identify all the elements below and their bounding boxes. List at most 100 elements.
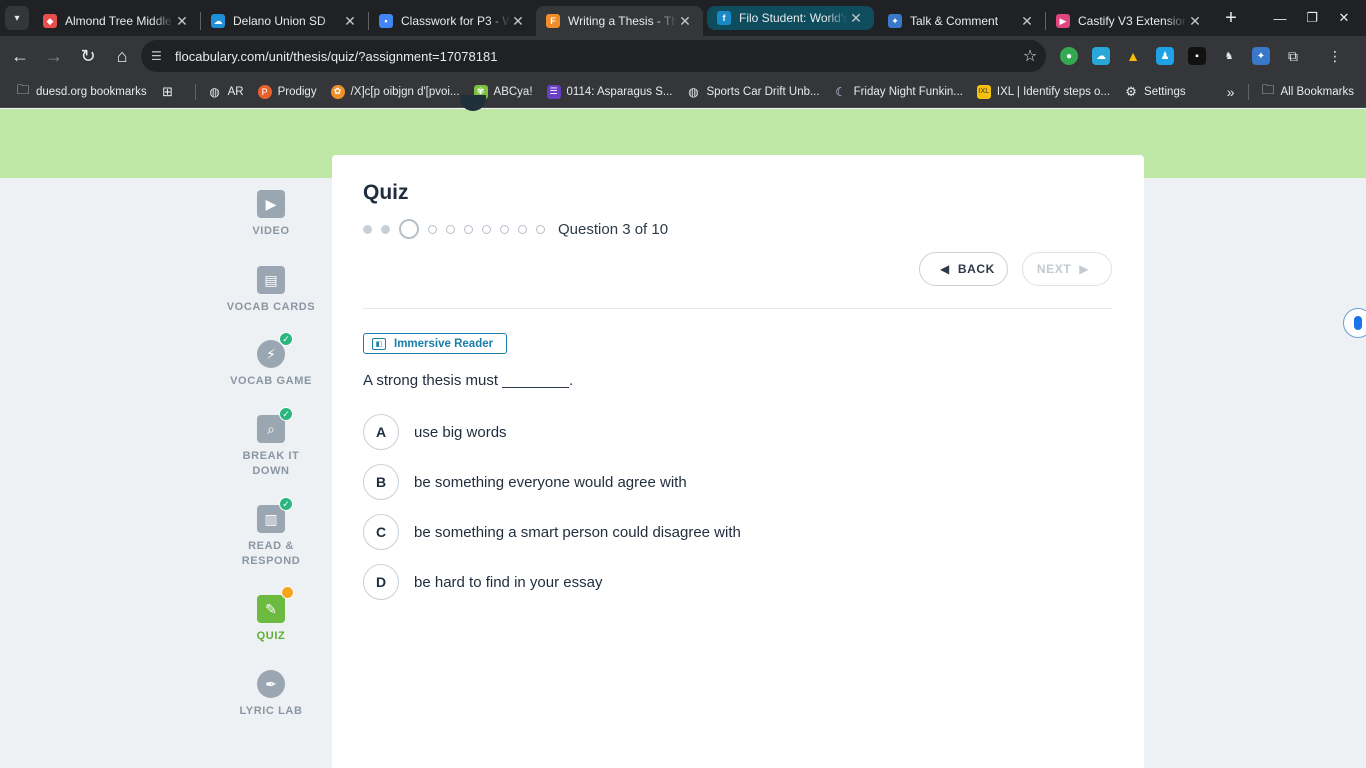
tab-search-icon[interactable]: ▾ — [5, 6, 29, 30]
progress-dot — [446, 224, 455, 234]
bookmark-fox[interactable]: ✿ /X]c[p oibjgn d'[pvoi... — [330, 84, 460, 99]
bookmark-label: 0114: Asparagus S... — [566, 85, 673, 98]
flocabulary-page: ▶ VIDEO ▤ VOCAB CARDS ⚡ ✓ VOCAB GAME ⌕ ✓… — [0, 95, 1366, 768]
tab-talk-comment[interactable]: ✦ Talk & Comment ✕ — [878, 6, 1045, 36]
classroom-favicon: ▪ — [379, 14, 393, 28]
sidebar-item-label: READ & RESPOND — [241, 540, 301, 567]
progress-dot — [464, 224, 473, 234]
fox-icon: ✿ — [330, 84, 345, 99]
progress-dot — [381, 224, 390, 234]
next-button[interactable]: NEXT ▶ — [1022, 252, 1112, 286]
extension-flag-icon[interactable]: ✦ — [1252, 47, 1270, 65]
back-arrow-icon[interactable]: ← — [4, 40, 36, 72]
kebab-menu-icon[interactable]: ⋮ — [1326, 47, 1344, 65]
tab-title: Classwork for P3 - W — [401, 14, 510, 28]
next-button-label: NEXT — [1036, 262, 1072, 276]
extension-figure-icon[interactable]: ♞ — [1220, 47, 1238, 65]
answer-option-b[interactable]: B be something everyone would agree with — [363, 464, 687, 500]
close-icon[interactable]: ✕ — [510, 13, 526, 30]
extension-green-icon[interactable]: ● — [1060, 47, 1078, 65]
sidebar-item-label: QUIZ — [256, 630, 286, 642]
bookmark-star-icon[interactable]: ☆ — [1014, 46, 1046, 66]
tab-title: Writing a Thesis - The — [568, 14, 677, 28]
bookmark-ar[interactable]: ◍ AR — [208, 85, 243, 99]
bookmark-prodigy[interactable]: P Prodigy — [257, 84, 317, 99]
tab-almond-tree[interactable]: ◆ Almond Tree Middle ✕ — [33, 6, 200, 36]
sidebar-item-label: BREAK IT DOWN — [242, 450, 300, 477]
window-close-icon[interactable]: ✕ — [1330, 10, 1358, 26]
chevron-right-icon[interactable]: » — [1227, 84, 1235, 100]
close-icon[interactable]: ✕ — [342, 13, 358, 30]
browser-toolbar: ← → ↻ ⌂ ☰ flocabulary.com/unit/thesis/qu… — [0, 36, 1366, 76]
immersive-reader-button[interactable]: ◧ Immersive Reader — [363, 333, 507, 354]
castify-favicon: ▶ — [1056, 14, 1070, 28]
sidebar-item-vocab-cards[interactable]: ▤ VOCAB CARDS — [210, 266, 332, 315]
answer-option-d[interactable]: D be hard to find in your essay — [363, 564, 602, 600]
tab-writing-thesis[interactable]: F Writing a Thesis - The ✕ — [536, 6, 703, 36]
extensions-puzzle-icon[interactable]: ⧉ — [1284, 47, 1302, 65]
bookmark-asparagus[interactable]: ☰ 0114: Asparagus S... — [546, 84, 673, 99]
extension-person-icon[interactable]: ♟ — [1156, 47, 1174, 65]
arrow-left-icon: ◀ — [940, 262, 950, 276]
divider — [363, 308, 1112, 309]
prodigy-icon: P — [257, 84, 272, 99]
bookmark-sports-car[interactable]: ◍ Sports Car Drift Unb... — [686, 85, 819, 99]
tab-delano-union[interactable]: ☁ Delano Union SD ✕ — [201, 6, 368, 36]
sidebar-item-vocab-game[interactable]: ⚡ ✓ VOCAB GAME — [210, 332, 332, 389]
home-icon[interactable]: ⌂ — [106, 40, 138, 72]
address-bar[interactable]: ☰ flocabulary.com/unit/thesis/quiz/?assi… — [141, 40, 1046, 72]
close-icon[interactable]: ✕ — [848, 10, 864, 27]
question-text: A strong thesis must ________. — [363, 372, 574, 389]
close-icon[interactable]: ✕ — [174, 13, 190, 30]
sidebar-item-lyric-lab[interactable]: ✒ LYRIC LAB — [210, 670, 332, 719]
apps-grid-button[interactable]: ⊞ — [161, 83, 181, 99]
bookmark-ixl[interactable]: IXL IXL | Identify steps o... — [976, 84, 1110, 99]
sidebar-item-read-respond[interactable]: ▥ ✓ READ & RESPOND — [210, 497, 332, 569]
option-letter: C — [363, 514, 399, 550]
all-bookmarks-link[interactable]: All Bookmarks — [1281, 86, 1355, 98]
video-icon: ▶ — [257, 190, 285, 218]
sidebar-item-video[interactable]: ▶ VIDEO — [210, 190, 332, 239]
forward-arrow-icon[interactable]: → — [38, 40, 70, 72]
answer-option-c[interactable]: C be something a smart person could disa… — [363, 514, 741, 550]
question-progress: Question 3 of 10 — [363, 218, 668, 240]
sidebar-item-break-it-down[interactable]: ⌕ ✓ BREAK IT DOWN — [210, 407, 332, 479]
check-icon: ✓ — [279, 332, 293, 346]
apps-grid-icon: ⊞ — [162, 83, 174, 99]
moon-icon: ☾ — [835, 84, 846, 99]
close-icon[interactable]: ✕ — [1187, 13, 1203, 30]
sidebar-item-quiz[interactable]: ✎ QUIZ — [210, 586, 332, 644]
bookmark-fnf[interactable]: ☾ Friday Night Funkin... — [834, 85, 963, 99]
tab-castify[interactable]: ▶ Castify V3 Extension ✕ — [1046, 6, 1213, 36]
tab-filo-student[interactable]: f Filo Student: World's ✕ — [707, 6, 874, 30]
minimize-icon[interactable]: — — [1266, 11, 1294, 26]
option-text: be hard to find in your essay — [414, 573, 603, 591]
microphone-icon[interactable] — [1343, 308, 1366, 338]
site-info-icon[interactable]: ☰ — [151, 49, 167, 63]
close-icon[interactable]: ✕ — [677, 13, 693, 30]
gear-icon: ⚙ — [1125, 83, 1137, 99]
book-icon: ▥ ✓ — [257, 497, 293, 533]
tab-classwork[interactable]: ▪ Classwork for P3 - W ✕ — [369, 6, 536, 36]
answer-option-a[interactable]: A use big words — [363, 414, 507, 450]
new-tab-plus-icon[interactable]: + — [1217, 4, 1245, 32]
bookmark-label: ABCya! — [493, 85, 533, 98]
check-icon: ✓ — [279, 407, 293, 421]
extension-dark-icon[interactable]: ▪ — [1188, 47, 1206, 65]
restore-icon[interactable]: ❐ — [1298, 10, 1326, 26]
reload-icon[interactable]: ↻ — [72, 40, 104, 72]
close-icon[interactable]: ✕ — [1019, 13, 1035, 30]
url-text[interactable]: flocabulary.com/unit/thesis/quiz/?assign… — [175, 49, 1014, 64]
progress-dot — [500, 224, 509, 234]
tab-title: Talk & Comment — [910, 14, 999, 28]
bookmark-folder[interactable]: 🗀 duesd.org bookmarks — [16, 82, 147, 99]
bookmark-label: Friday Night Funkin... — [853, 85, 963, 98]
google-drive-icon[interactable]: ▲ — [1124, 47, 1142, 65]
bookmark-label: duesd.org bookmarks — [36, 85, 147, 98]
extension-cloud-icon[interactable]: ☁ — [1092, 47, 1110, 65]
bookmarks-right: » 🗀 All Bookmarks — [1227, 76, 1354, 108]
back-button[interactable]: ◀ BACK — [919, 252, 1008, 286]
extensions-area: ● ☁ ▲ ♟ ▪ ♞ ✦ ⧉ ⋮ — [1060, 44, 1358, 68]
bookmark-settings[interactable]: ⚙ Settings — [1124, 83, 1185, 99]
pen-icon: ✒ — [257, 670, 285, 698]
